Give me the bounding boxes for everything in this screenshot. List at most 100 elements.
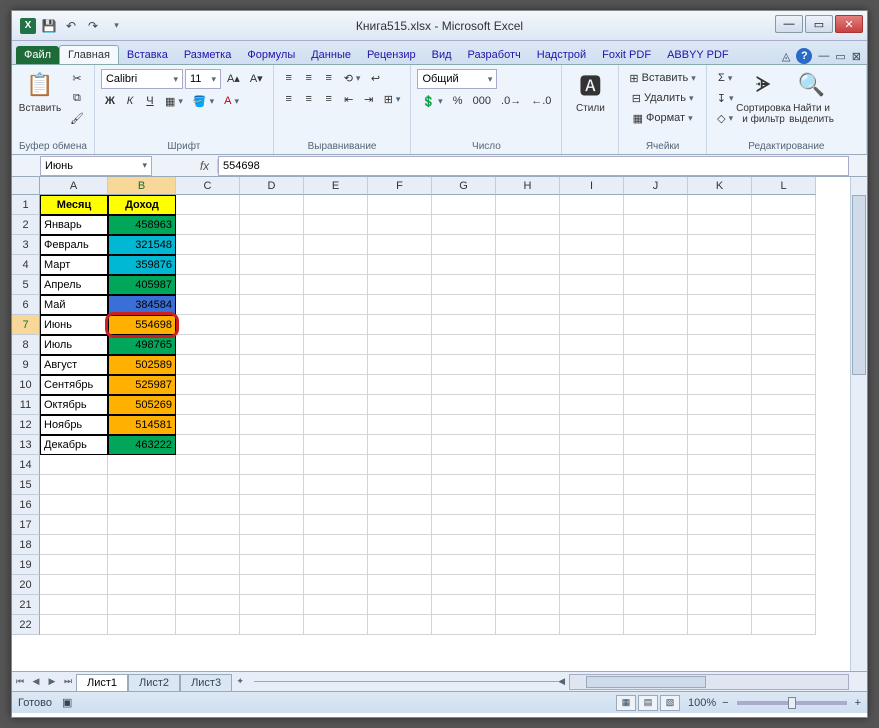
- cell-B16[interactable]: [108, 495, 176, 515]
- cell-J22[interactable]: [624, 615, 688, 635]
- cell-F7[interactable]: [368, 315, 432, 335]
- cell-L16[interactable]: [752, 495, 816, 515]
- increase-indent-button[interactable]: ⇥: [360, 90, 378, 108]
- row-header-2[interactable]: 2: [12, 215, 40, 235]
- comma-button[interactable]: 000: [469, 92, 495, 110]
- col-header-I[interactable]: I: [560, 177, 624, 195]
- increase-font-button[interactable]: A▴: [223, 69, 244, 87]
- cell-J4[interactable]: [624, 255, 688, 275]
- cell-C11[interactable]: [176, 395, 240, 415]
- cell-F16[interactable]: [368, 495, 432, 515]
- cell-G11[interactable]: [432, 395, 496, 415]
- paste-button[interactable]: 📋 Вставить: [18, 69, 62, 139]
- cell-L22[interactable]: [752, 615, 816, 635]
- cell-L14[interactable]: [752, 455, 816, 475]
- cell-B21[interactable]: [108, 595, 176, 615]
- cell-B6[interactable]: 384584: [108, 295, 176, 315]
- cell-G12[interactable]: [432, 415, 496, 435]
- col-header-C[interactable]: C: [176, 177, 240, 195]
- decrease-indent-button[interactable]: ⇤: [340, 90, 358, 108]
- col-header-J[interactable]: J: [624, 177, 688, 195]
- number-format-combo[interactable]: Общий: [417, 69, 497, 89]
- select-all-corner[interactable]: [12, 177, 40, 195]
- cell-H11[interactable]: [496, 395, 560, 415]
- row-header-22[interactable]: 22: [12, 615, 40, 635]
- cell-L4[interactable]: [752, 255, 816, 275]
- cell-K8[interactable]: [688, 335, 752, 355]
- sheet-nav-first[interactable]: ⏮: [12, 674, 28, 690]
- cell-A17[interactable]: [40, 515, 108, 535]
- cell-H8[interactable]: [496, 335, 560, 355]
- cell-C16[interactable]: [176, 495, 240, 515]
- cell-K3[interactable]: [688, 235, 752, 255]
- cell-I4[interactable]: [560, 255, 624, 275]
- cell-A4[interactable]: Март: [40, 255, 108, 275]
- cell-D16[interactable]: [240, 495, 304, 515]
- cell-C15[interactable]: [176, 475, 240, 495]
- cell-K2[interactable]: [688, 215, 752, 235]
- doc-restore-icon[interactable]: ▭: [835, 50, 845, 63]
- cell-A11[interactable]: Октябрь: [40, 395, 108, 415]
- fx-icon[interactable]: fx: [192, 159, 218, 173]
- cell-F10[interactable]: [368, 375, 432, 395]
- cell-C13[interactable]: [176, 435, 240, 455]
- align-middle-button[interactable]: ≡: [300, 69, 318, 87]
- cell-A3[interactable]: Февраль: [40, 235, 108, 255]
- cell-F8[interactable]: [368, 335, 432, 355]
- cell-H12[interactable]: [496, 415, 560, 435]
- cell-E2[interactable]: [304, 215, 368, 235]
- cell-A21[interactable]: [40, 595, 108, 615]
- cell-G18[interactable]: [432, 535, 496, 555]
- cell-E11[interactable]: [304, 395, 368, 415]
- cell-B7[interactable]: 554698: [108, 315, 176, 335]
- cut-button[interactable]: ✂: [66, 69, 88, 87]
- cell-C10[interactable]: [176, 375, 240, 395]
- col-header-K[interactable]: K: [688, 177, 752, 195]
- sheet-tab-2[interactable]: Лист2: [128, 674, 180, 691]
- align-center-button[interactable]: ≡: [300, 90, 318, 108]
- cell-F11[interactable]: [368, 395, 432, 415]
- cell-D10[interactable]: [240, 375, 304, 395]
- cell-A6[interactable]: Май: [40, 295, 108, 315]
- cell-G19[interactable]: [432, 555, 496, 575]
- cell-B9[interactable]: 502589: [108, 355, 176, 375]
- minimize-button[interactable]: —: [775, 15, 803, 33]
- increase-decimal-button[interactable]: .0→: [497, 92, 525, 110]
- cell-K19[interactable]: [688, 555, 752, 575]
- cell-L11[interactable]: [752, 395, 816, 415]
- cell-I10[interactable]: [560, 375, 624, 395]
- cell-C2[interactable]: [176, 215, 240, 235]
- cell-H3[interactable]: [496, 235, 560, 255]
- row-header-6[interactable]: 6: [12, 295, 40, 315]
- cell-L6[interactable]: [752, 295, 816, 315]
- fill-color-button[interactable]: 🪣: [189, 92, 218, 110]
- accounting-format-button[interactable]: 💲: [417, 92, 446, 110]
- cell-H21[interactable]: [496, 595, 560, 615]
- cell-D15[interactable]: [240, 475, 304, 495]
- cell-B11[interactable]: 505269: [108, 395, 176, 415]
- cell-G10[interactable]: [432, 375, 496, 395]
- cell-G20[interactable]: [432, 575, 496, 595]
- cell-A1[interactable]: Месяц: [40, 195, 108, 215]
- cell-E19[interactable]: [304, 555, 368, 575]
- cell-B3[interactable]: 321548: [108, 235, 176, 255]
- cell-F5[interactable]: [368, 275, 432, 295]
- cell-H20[interactable]: [496, 575, 560, 595]
- cell-B22[interactable]: [108, 615, 176, 635]
- macro-record-icon[interactable]: ▣: [62, 696, 72, 709]
- bold-button[interactable]: Ж: [101, 92, 119, 110]
- cell-C21[interactable]: [176, 595, 240, 615]
- align-right-button[interactable]: ≡: [320, 90, 338, 108]
- zoom-thumb[interactable]: [788, 697, 796, 709]
- cell-A20[interactable]: [40, 575, 108, 595]
- cell-C6[interactable]: [176, 295, 240, 315]
- cell-K7[interactable]: [688, 315, 752, 335]
- row-header-12[interactable]: 12: [12, 415, 40, 435]
- tab-insert[interactable]: Вставка: [119, 46, 176, 64]
- insert-cells-button[interactable]: ⊞ Вставить: [625, 69, 699, 87]
- row-header-13[interactable]: 13: [12, 435, 40, 455]
- cell-G15[interactable]: [432, 475, 496, 495]
- cell-G6[interactable]: [432, 295, 496, 315]
- percent-button[interactable]: %: [449, 92, 467, 110]
- col-header-B[interactable]: B: [108, 177, 176, 195]
